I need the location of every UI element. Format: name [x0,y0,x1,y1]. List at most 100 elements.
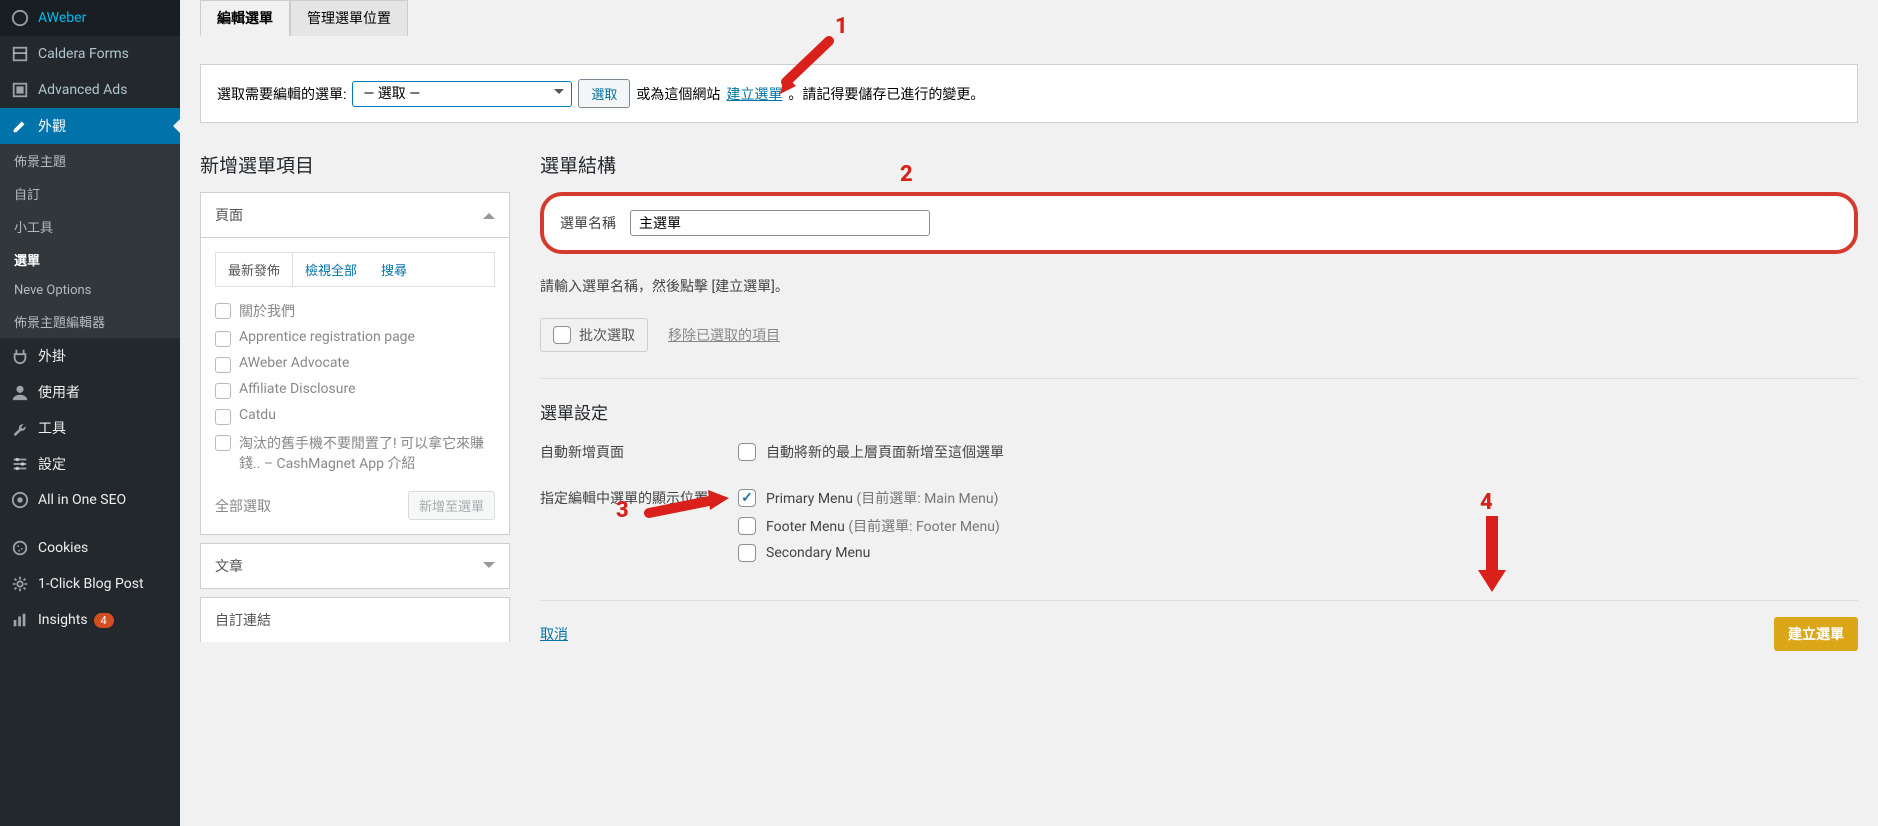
sub-widgets[interactable]: 小工具 [0,210,180,243]
pages-panel: 最新發佈 檢視全部 搜尋 關於我們 Apprentice registratio… [200,238,510,535]
posts-accordion-head[interactable]: 文章 [200,543,510,589]
pages-head-label: 頁面 [215,205,243,225]
checkbox-icon[interactable] [215,383,231,399]
custom-head-label: 自訂連結 [215,610,271,630]
sidebar-item-label: Cookies [38,540,88,556]
sub-themes[interactable]: 佈景主題 [0,144,180,177]
sidebar-item-label: 1-Click Blog Post [38,576,144,592]
page-item[interactable]: 淘汰的舊手機不要閒置了! 可以拿它來賺錢.. – CashMagnet App … [215,429,489,477]
location-primary-checkbox[interactable] [738,489,756,507]
sidebar-item-plugins[interactable]: 外掛 [0,338,180,374]
page-item[interactable]: Apprentice registration page [215,325,489,351]
auto-add-label: 自動新增頁面 [540,442,738,462]
auto-add-desc: 自動將新的最上層頁面新增至這個選單 [766,442,1004,462]
chevron-down-icon [483,562,495,574]
remove-selected-link[interactable]: 移除已選取的項目 [668,325,780,345]
page-item[interactable]: Catdu [215,403,489,429]
structure-heading: 選單結構 [540,151,1858,178]
pages-list[interactable]: 關於我們 Apprentice registration page AWeber… [215,297,495,477]
ads-icon [10,80,30,100]
sidebar-item-aioseo[interactable]: All in One SEO [0,482,180,518]
chevron-up-icon [483,207,495,219]
page-item[interactable]: Affiliate Disclosure [215,377,489,403]
or-text: 或為這個網站 [636,84,720,104]
sidebar-item-cookies[interactable]: Cookies [0,530,180,566]
tail-text: 。請記得要儲存已進行的變更。 [788,84,984,104]
inner-tab-search[interactable]: 搜尋 [369,253,419,286]
sub-theme-editor[interactable]: 佈景主題編輯器 [0,305,180,338]
aweber-icon [10,8,30,28]
sidebar-item-users[interactable]: 使用者 [0,374,180,410]
appearance-submenu: 佈景主題 自訂 小工具 選單 Neve Options 佈景主題編輯器 [0,144,180,338]
select-all-link[interactable]: 全部選取 [215,496,271,516]
auto-add-checkbox[interactable] [738,443,756,461]
sub-customize[interactable]: 自訂 [0,177,180,210]
main-content: 編輯選單 管理選單位置 選取需要編輯的選單: — 選取 — 選取 或為這個網站建… [180,0,1878,826]
insights-badge: 4 [94,613,114,628]
seo-icon [10,490,30,510]
sidebar-item-appearance[interactable]: 外觀 [0,108,180,144]
sidebar-item-label: Caldera Forms [38,46,129,62]
cookie-icon [10,538,30,558]
checkbox-icon[interactable] [215,435,231,451]
page-item[interactable]: AWeber Advocate [215,351,489,377]
sidebar-item-caldera[interactable]: Caldera Forms [0,36,180,72]
sidebar-item-insights[interactable]: Insights 4 [0,602,180,638]
sidebar-item-label: Advanced Ads [38,82,127,98]
menu-name-input[interactable] [630,210,930,236]
sidebar-item-label: 設定 [38,454,66,474]
chart-icon [10,610,30,630]
admin-sidebar: AWeber Caldera Forms Advanced Ads 外觀 佈景主… [0,0,180,826]
pages-accordion-head[interactable]: 頁面 [200,192,510,238]
checkbox-icon[interactable] [215,303,231,319]
sidebar-item-label: Insights [38,612,88,628]
menu-structure-column: 選單結構 選單名稱 請輸入選單名稱，然後點擊 [建立選單]。 批次選取 移除已選… [540,151,1858,651]
cancel-link[interactable]: 取消 [540,624,568,644]
tab-manage-locations[interactable]: 管理選單位置 [290,0,408,36]
menu-name-row: 選單名稱 [540,192,1858,254]
sidebar-item-advancedads[interactable]: Advanced Ads [0,72,180,108]
posts-head-label: 文章 [215,556,243,576]
create-menu-button[interactable]: 建立選單 [1774,617,1858,651]
sidebar-item-settings[interactable]: 設定 [0,446,180,482]
page-item[interactable]: 關於我們 [215,297,489,325]
sub-menus[interactable]: 選單 [0,243,180,276]
sidebar-item-tools[interactable]: 工具 [0,410,180,446]
brush-icon [10,116,30,136]
sliders-icon [10,454,30,474]
location-secondary-checkbox[interactable] [738,544,756,562]
menu-select-dropdown[interactable]: — 選取 — [352,81,572,107]
bulk-select-toggle[interactable]: 批次選取 [540,318,648,352]
create-menu-link[interactable]: 建立選單 [726,84,782,104]
sidebar-item-label: 使用者 [38,382,80,402]
menu-settings-heading: 選單設定 [540,399,1858,424]
add-items-column: 新增選單項目 頁面 最新發佈 檢視全部 搜尋 關於我們 Apprentice r… [200,151,510,642]
location-footer-checkbox[interactable] [738,517,756,535]
sub-neve[interactable]: Neve Options [0,276,180,305]
sidebar-item-aweber[interactable]: AWeber [0,0,180,36]
sidebar-item-label: 外觀 [38,116,66,136]
sidebar-item-label: All in One SEO [38,492,126,508]
sidebar-item-label: 工具 [38,418,66,438]
nav-tabs: 編輯選單 管理選單位置 [200,0,1858,36]
tab-edit-menu[interactable]: 編輯選單 [200,0,290,36]
select-label: 選取需要編輯的選單: [217,84,346,104]
add-to-menu-button: 新增至選單 [408,491,495,520]
sidebar-item-label: 外掛 [38,346,66,366]
inner-tab-all[interactable]: 檢視全部 [293,253,369,286]
gear-icon [10,574,30,594]
form-icon [10,44,30,64]
select-button[interactable]: 選取 [578,79,630,108]
checkbox-icon[interactable] [215,331,231,347]
sidebar-item-blogpost[interactable]: 1-Click Blog Post [0,566,180,602]
sidebar-item-label: AWeber [38,10,86,26]
inner-tab-recent[interactable]: 最新發佈 [216,253,293,286]
checkbox-icon[interactable] [553,326,571,344]
checkbox-icon[interactable] [215,357,231,373]
add-items-heading: 新增選單項目 [200,151,510,178]
location-label: 指定編輯中選單的顯示位置 [540,488,738,508]
checkbox-icon[interactable] [215,409,231,425]
menu-name-label: 選單名稱 [560,213,616,233]
custom-links-accordion-head[interactable]: 自訂連結 [200,597,510,642]
bulk-row: 批次選取 移除已選取的項目 [540,318,1858,352]
